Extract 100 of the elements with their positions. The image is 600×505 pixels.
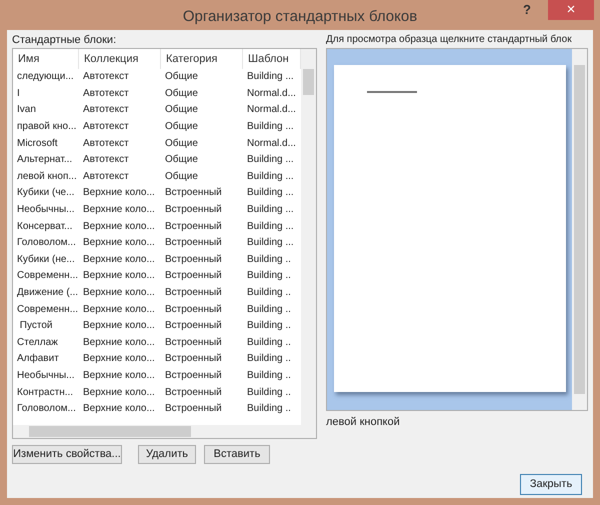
- preview-label: Для просмотра образца щелкните стандартный блок: [326, 33, 573, 47]
- table-cell-text: Верхние коло...: [82, 336, 156, 350]
- table-cell-text: Встроенный: [164, 252, 223, 267]
- table-cell-text: Верхние коло...: [82, 402, 156, 416]
- table-cell-text: Встроенный: [164, 319, 223, 334]
- table-cell-text: Встроенный: [164, 386, 223, 400]
- table-cell-text: I: [16, 86, 21, 101]
- table-cell-text: Building ...: [246, 236, 295, 250]
- table-cell-text: Building ..: [246, 368, 292, 383]
- table-cell-text: Современн...: [16, 269, 79, 284]
- list-label: Стандартные блоки:: [12, 33, 118, 47]
- table-cell-text: Microsoft: [16, 136, 59, 151]
- table-cell-text: Normal.d...: [246, 103, 297, 118]
- column-header[interactable]: Имя: [13, 49, 79, 69]
- table-cell-text: Building ...: [246, 220, 295, 234]
- table-cell-text: Автотекст: [82, 70, 130, 84]
- table-cell-text: Современн...: [16, 302, 79, 317]
- table-cell-text: Общие: [164, 170, 199, 184]
- table-cell-text: Необычны...: [16, 368, 76, 383]
- table-cell-text: Автотекст: [82, 86, 130, 101]
- table-cell-text: Верхние коло...: [82, 386, 156, 400]
- table-cell-text: Необычны...: [16, 203, 76, 218]
- table-cell-text: Верхние коло...: [82, 269, 156, 284]
- close-button[interactable]: ×: [548, 0, 594, 20]
- window-title: Организатор стандартных блоков: [182, 7, 418, 27]
- table-cell-text: Автотекст: [82, 136, 130, 151]
- table-cell-text: Встроенный: [164, 286, 223, 300]
- table-cell-text: Стеллаж: [16, 336, 59, 350]
- table-cell-text: Кубики (не...: [16, 252, 76, 267]
- table-cell-text: Встроенный: [164, 302, 223, 317]
- column-header[interactable]: Коллекция: [79, 49, 161, 69]
- table-cell-text: Верхние коло...: [82, 236, 156, 250]
- table-cell-text: Building ...: [246, 186, 295, 200]
- table-cell-text: Верхние коло...: [82, 302, 156, 317]
- table-cell-text: Normal.d...: [246, 86, 297, 101]
- help-button[interactable]: ?: [512, 0, 542, 20]
- table-cell-text: Building ...: [246, 203, 295, 218]
- table-cell-text: Автотекст: [82, 120, 130, 134]
- vertical-scrollbar[interactable]: [572, 49, 587, 410]
- table-cell-text: следующи...: [16, 70, 75, 84]
- table-cell-text: Встроенный: [164, 269, 223, 284]
- table-cell-text: Встроенный: [164, 203, 223, 218]
- table-cell-text: Движение (...: [16, 286, 79, 300]
- table-cell-text: Общие: [164, 136, 199, 151]
- insert-button[interactable]: Вставить: [204, 445, 270, 464]
- table-cell-text: Верхние коло...: [82, 368, 156, 383]
- scrollbar-thumb[interactable]: [29, 426, 191, 437]
- table-cell-text: Встроенный: [164, 368, 223, 383]
- table-cell-text: Верхние коло...: [82, 220, 156, 234]
- table-cell-text: Общие: [164, 86, 199, 101]
- table-cell-text: Общие: [164, 153, 199, 168]
- scrollbar-thumb[interactable]: [303, 69, 314, 95]
- table-cell-text: левой кноп...: [16, 170, 78, 184]
- table-cell-text: Building ..: [246, 402, 292, 416]
- table-cell-text: Альтернат...: [16, 153, 74, 168]
- vertical-scrollbar[interactable]: [301, 49, 316, 426]
- table-cell-text: Верхние коло...: [82, 186, 156, 200]
- table-cell-text: Верхние коло...: [82, 286, 156, 300]
- table-cell-text: Building ..: [246, 269, 292, 284]
- table-cell-text: Building ..: [246, 386, 292, 400]
- table-cell-text: Верхние коло...: [82, 203, 156, 218]
- table-cell-text: Building ...: [246, 70, 295, 84]
- table-cell-text: Общие: [164, 120, 199, 134]
- table-cell-text: Встроенный: [164, 236, 223, 250]
- delete-button[interactable]: Удалить: [138, 445, 196, 464]
- table-cell-text: Верхние коло...: [82, 319, 156, 334]
- table-cell-text: Building ..: [246, 286, 292, 300]
- table-cell-text: Кубики (че...: [16, 186, 76, 200]
- table-cell-text: Автотекст: [82, 103, 130, 118]
- table-cell-text: правой кно...: [16, 120, 78, 134]
- table-cell-text: Автотекст: [82, 153, 130, 168]
- table-cell-text: Building ..: [246, 336, 292, 350]
- table-cell-text: Контрастн...: [16, 386, 74, 400]
- table-cell-text: Автотекст: [82, 170, 130, 184]
- close-dialog-button[interactable]: Закрыть: [520, 474, 582, 495]
- table-cell-text: Алфавит: [16, 352, 60, 366]
- table-cell-text: Общие: [164, 103, 199, 118]
- table-cell-text: Встроенный: [164, 220, 223, 234]
- table-cell-text: Building ...: [246, 170, 295, 184]
- preview-caption: левой кнопкой: [326, 415, 401, 430]
- table-cell-text: Головолом...: [16, 236, 77, 250]
- table-cell-text: Building ..: [246, 302, 292, 317]
- table-cell-text: Building ..: [246, 252, 292, 267]
- table-cell-text: Встроенный: [164, 352, 223, 366]
- table-cell-text: Normal.d...: [246, 136, 297, 151]
- table-cell-text: Головолом...: [16, 402, 77, 416]
- table-cell-text: Встроенный: [164, 402, 223, 416]
- table-cell-text: Building ..: [246, 352, 292, 366]
- table-cell-text: Верхние коло...: [82, 352, 156, 366]
- table-cell-text: Ivan: [16, 103, 37, 118]
- table-cell-text: Пустой: [18, 319, 54, 334]
- table-cell-text: Building ...: [246, 153, 295, 168]
- table-cell-text: Встроенный: [164, 186, 223, 200]
- edit-properties-button[interactable]: Изменить свойства...: [12, 445, 122, 464]
- horizontal-scrollbar[interactable]: [13, 425, 316, 438]
- table-cell-text: Консерват...: [16, 220, 74, 234]
- table-cell-text: Общие: [164, 70, 199, 84]
- column-header[interactable]: Категория: [161, 49, 243, 69]
- table-cell-text: Встроенный: [164, 336, 223, 350]
- table-cell-text: Building ...: [246, 120, 295, 134]
